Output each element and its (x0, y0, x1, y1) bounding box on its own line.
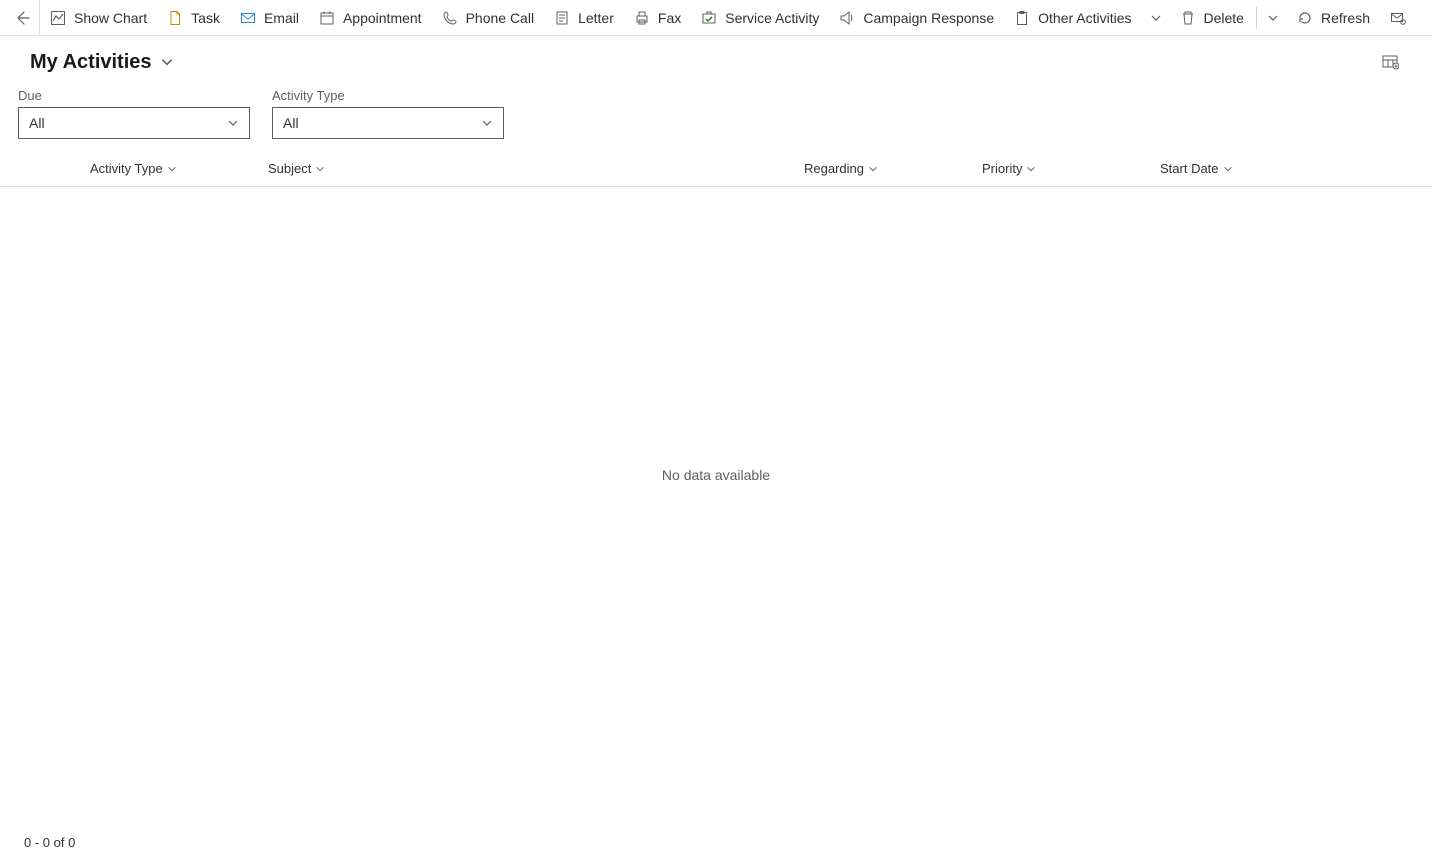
edit-columns-button[interactable] (1378, 50, 1402, 74)
campaign-response-label: Campaign Response (863, 10, 994, 26)
chevron-down-icon (227, 117, 239, 129)
column-start-date-label: Start Date (1160, 161, 1219, 176)
refresh-icon (1297, 10, 1313, 26)
other-activities-label: Other Activities (1038, 10, 1131, 26)
service-activity-button[interactable]: Service Activity (691, 0, 829, 36)
chevron-down-icon (1150, 12, 1162, 24)
delete-button[interactable]: Delete (1170, 0, 1254, 36)
phone-icon (442, 10, 458, 26)
column-activity-type[interactable]: Activity Type (90, 161, 268, 176)
filters-row: Due All Activity Type All (0, 78, 1432, 151)
phone-call-label: Phone Call (466, 10, 535, 26)
column-regarding[interactable]: Regarding (804, 161, 982, 176)
appointment-label: Appointment (343, 10, 422, 26)
view-actions (1378, 50, 1402, 74)
email-link-icon (1390, 10, 1406, 26)
filter-due-select[interactable]: All (18, 107, 250, 139)
appointment-button[interactable]: Appointment (309, 0, 432, 36)
fax-button[interactable]: Fax (624, 0, 691, 36)
calendar-icon (319, 10, 335, 26)
delete-label: Delete (1204, 10, 1244, 26)
chevron-down-icon (481, 117, 493, 129)
view-title: My Activities (30, 51, 152, 74)
task-icon (167, 10, 183, 26)
task-label: Task (191, 10, 220, 26)
letter-icon (554, 10, 570, 26)
filter-activity-type-label: Activity Type (272, 88, 504, 103)
refresh-button[interactable]: Refresh (1287, 0, 1380, 36)
clipboard-icon (1014, 10, 1030, 26)
other-activities-chevron[interactable] (1142, 0, 1170, 36)
command-bar: Show Chart Task Email Appointment Phone … (0, 0, 1432, 36)
service-activity-label: Service Activity (725, 10, 819, 26)
back-button[interactable] (4, 0, 40, 36)
fax-label: Fax (658, 10, 681, 26)
campaign-response-button[interactable]: Campaign Response (829, 0, 1004, 36)
email-icon (240, 10, 256, 26)
chevron-down-icon (160, 55, 174, 69)
email-link-button[interactable] (1380, 0, 1416, 36)
filter-due-label: Due (18, 88, 250, 103)
service-activity-icon (701, 10, 717, 26)
no-data-message: No data available (662, 467, 770, 483)
column-subject[interactable]: Subject (268, 161, 804, 176)
filter-due: Due All (18, 88, 250, 139)
table-header: Activity Type Subject Regarding Priority… (0, 151, 1432, 187)
columns-icon (1381, 53, 1399, 71)
chevron-down-icon (868, 164, 878, 174)
column-regarding-label: Regarding (804, 161, 864, 176)
view-selector[interactable]: My Activities (30, 51, 174, 74)
other-activities-button[interactable]: Other Activities (1004, 0, 1141, 36)
chevron-down-icon (167, 164, 177, 174)
chevron-down-icon (1267, 12, 1279, 24)
chevron-down-icon (1026, 164, 1036, 174)
view-header: My Activities (0, 36, 1432, 78)
show-chart-label: Show Chart (74, 10, 147, 26)
filter-activity-type-value: All (283, 115, 299, 131)
chevron-down-icon (1223, 164, 1233, 174)
show-chart-button[interactable]: Show Chart (40, 0, 157, 36)
column-subject-label: Subject (268, 161, 311, 176)
column-activity-type-label: Activity Type (90, 161, 163, 176)
grid-body: No data available (0, 187, 1432, 787)
chart-icon (50, 10, 66, 26)
chevron-down-icon (315, 164, 325, 174)
filter-due-value: All (29, 115, 45, 131)
fax-icon (634, 10, 650, 26)
paging-info: 0 - 0 of 0 (24, 835, 75, 850)
email-label: Email (264, 10, 299, 26)
letter-label: Letter (578, 10, 614, 26)
delete-chevron[interactable] (1259, 0, 1287, 36)
filter-activity-type: Activity Type All (272, 88, 504, 139)
letter-button[interactable]: Letter (544, 0, 624, 36)
column-priority[interactable]: Priority (982, 161, 1160, 176)
trash-icon (1180, 10, 1196, 26)
filter-activity-type-select[interactable]: All (272, 107, 504, 139)
phone-call-button[interactable]: Phone Call (432, 0, 545, 36)
refresh-label: Refresh (1321, 10, 1370, 26)
column-priority-label: Priority (982, 161, 1022, 176)
email-button[interactable]: Email (230, 0, 309, 36)
command-divider (1256, 7, 1257, 29)
task-button[interactable]: Task (157, 0, 230, 36)
back-arrow-icon (14, 10, 30, 26)
column-start-date[interactable]: Start Date (1160, 161, 1432, 176)
campaign-response-icon (839, 10, 855, 26)
